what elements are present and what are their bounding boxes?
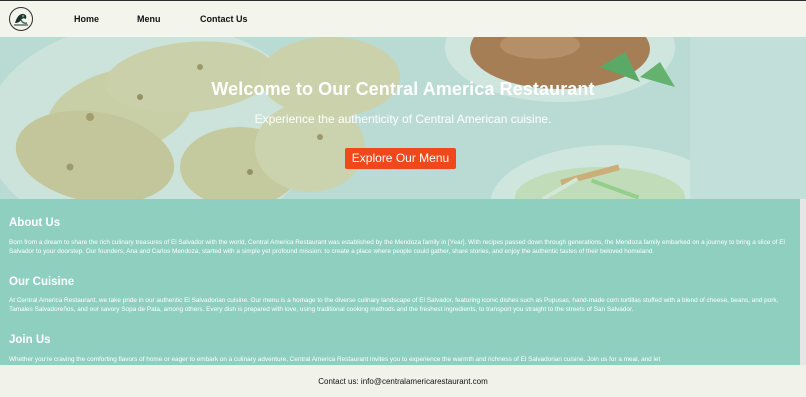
join-us-heading: Join Us (9, 334, 51, 346)
hero-subtitle: Experience the authenticity of Central A… (254, 112, 552, 126)
join-us-text: Whether you're craving the comforting fl… (9, 356, 661, 363)
hero-title: Welcome to Our Central America Restauran… (211, 79, 595, 99)
explore-menu-button[interactable]: Explore Our Menu (345, 148, 456, 169)
content-area: About Us Born from a dream to share the … (0, 199, 800, 365)
page: Home Menu Contact Us Welcome to Our Cent… (0, 0, 806, 397)
footer: Contact us: info@centralamericarestauran… (0, 365, 806, 397)
about-us-heading: About Us (9, 217, 61, 229)
nav-home-link[interactable]: Home (74, 14, 99, 24)
top-nav: Home Menu Contact Us (0, 0, 806, 37)
content-scrollbar[interactable] (800, 199, 806, 365)
about-us-text: Born from a dream to share the rich culi… (9, 239, 785, 255)
restaurant-logo-icon[interactable] (9, 7, 33, 31)
nav-contact-link[interactable]: Contact Us (200, 14, 248, 24)
our-cuisine-heading: Our Cuisine (9, 276, 75, 288)
nav-menu-link[interactable]: Menu (137, 14, 161, 24)
footer-contact-text: Contact us: info@centralamericarestauran… (318, 377, 488, 386)
hero-banner: Welcome to Our Central America Restauran… (0, 37, 806, 199)
our-cuisine-text: At Central America Restaurant, we take p… (9, 297, 779, 313)
